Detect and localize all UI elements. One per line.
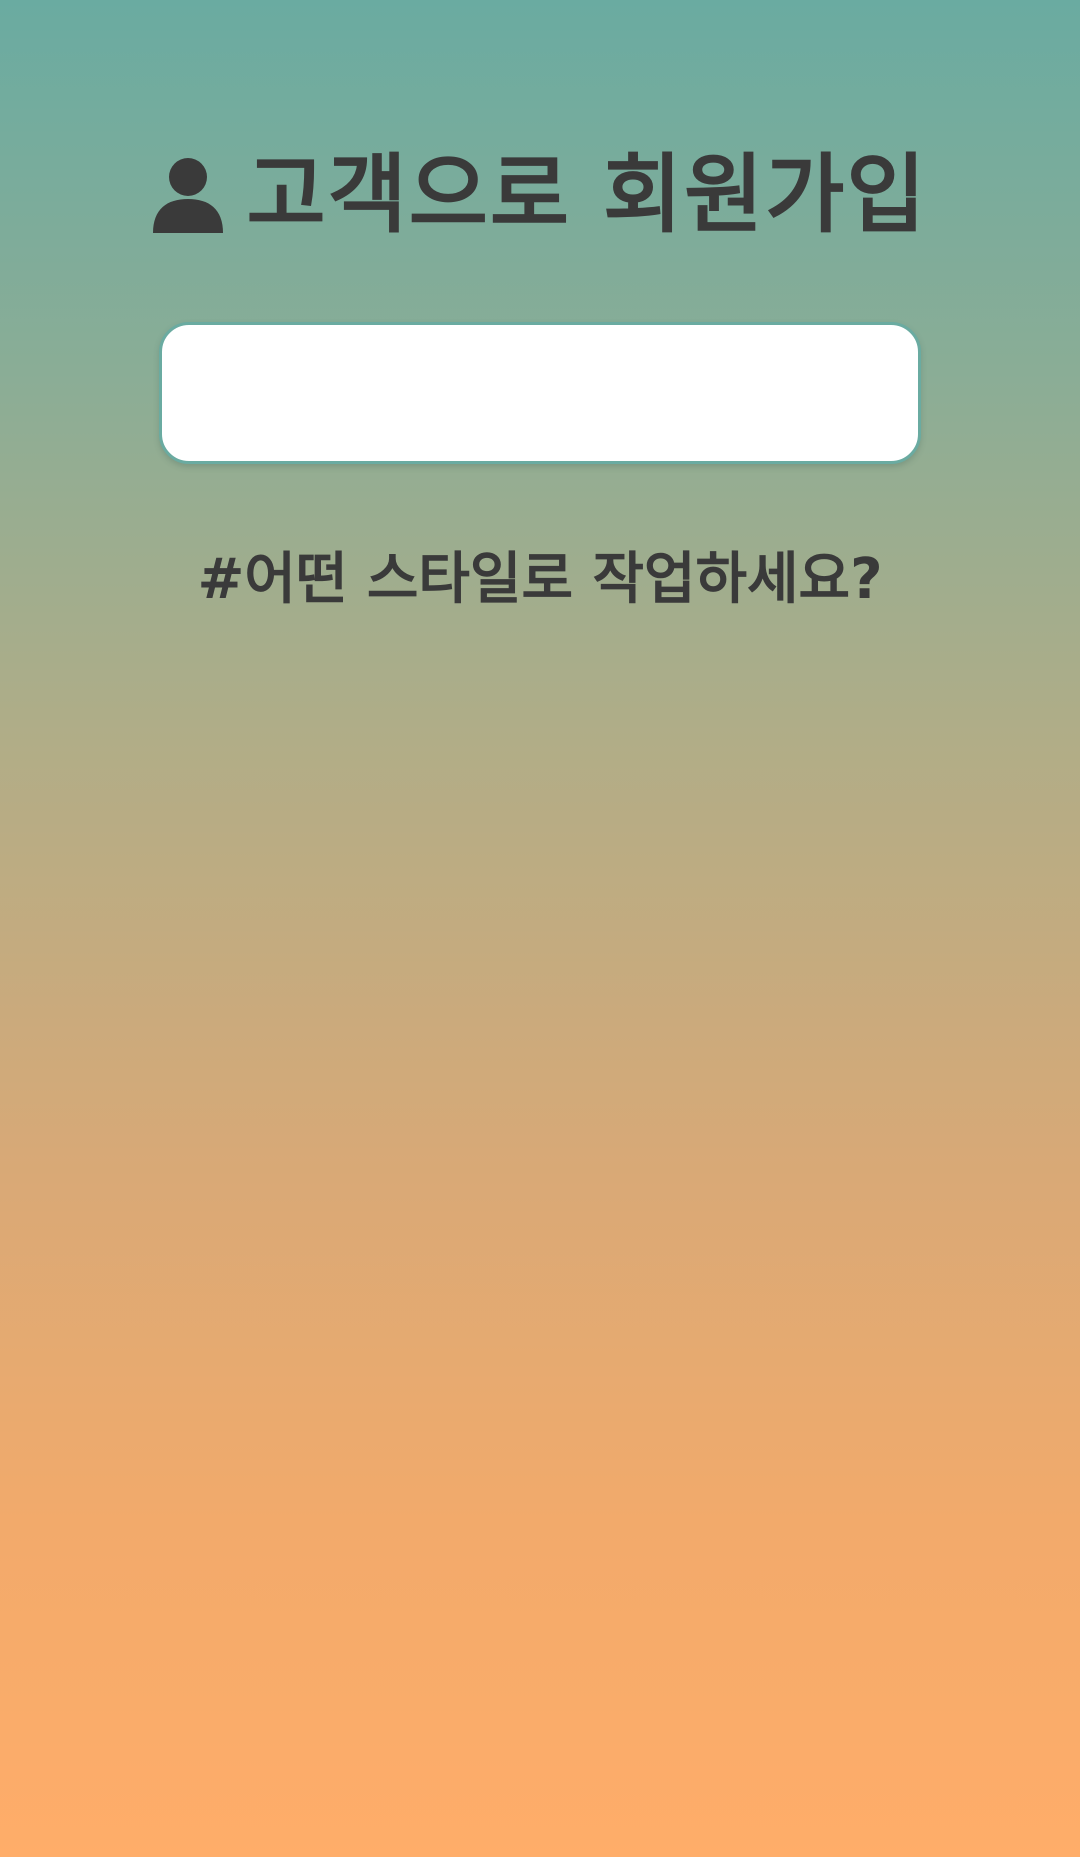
page-header: 고객으로 회원가입 [0,140,1080,250]
style-question: #어떤 스타일로 작업하세요? [197,547,883,612]
page-title: 고객으로 회원가입 [246,145,928,245]
signup-input[interactable] [159,322,921,464]
user-icon [152,158,223,233]
